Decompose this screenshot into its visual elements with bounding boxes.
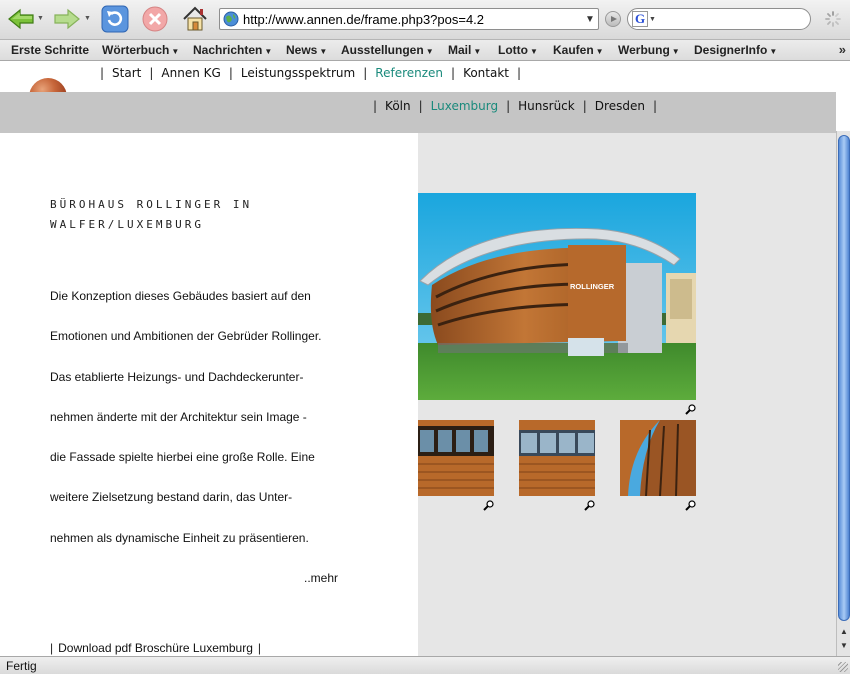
reload-icon bbox=[101, 5, 129, 33]
download-brochure-link[interactable]: Download pdf Broschüre Luxemburg bbox=[58, 641, 253, 655]
search-engine-dropdown[interactable]: ▼ bbox=[649, 16, 656, 23]
page-title: BÜROHAUS ROLLINGER IN WALFER/LUXEMBURG bbox=[50, 198, 253, 231]
url-bar[interactable]: http://www.annen.de/frame.php3?pos=4.2 ▼ bbox=[219, 8, 599, 30]
magnifier-icon[interactable] bbox=[584, 500, 595, 511]
download-row: | Download pdf Broschüre Luxemburg | bbox=[50, 641, 262, 655]
back-button[interactable] bbox=[6, 5, 36, 33]
forward-button[interactable] bbox=[52, 5, 82, 33]
bookmark-designerinfo[interactable]: DesignerInfo ▼ bbox=[694, 43, 777, 57]
bookmark-ausstellungen[interactable]: Ausstellungen ▼ bbox=[341, 43, 434, 57]
status-text: Fertig bbox=[6, 659, 37, 673]
page-content: | Start | Annen KG | Leistungsspektrum | Refere… bbox=[0, 62, 836, 656]
search-engine-icon[interactable]: G bbox=[632, 11, 648, 27]
chevron-down-icon: ▼ bbox=[529, 47, 538, 56]
subnav-dresden[interactable]: Dresden bbox=[595, 99, 645, 113]
magnifier-icon[interactable] bbox=[685, 500, 696, 511]
magnifier-icon[interactable] bbox=[483, 500, 494, 511]
status-bar: Fertig bbox=[0, 656, 850, 674]
bookmark-news[interactable]: News ▼ bbox=[286, 43, 327, 57]
chevron-down-icon: ▼ bbox=[319, 47, 328, 56]
building-sign: ROLLINGER bbox=[570, 282, 615, 291]
scrollbar-thumb[interactable] bbox=[838, 135, 850, 621]
go-icon[interactable] bbox=[605, 11, 621, 27]
chevron-down-icon: ▼ bbox=[595, 47, 604, 56]
chevron-down-icon: ▼ bbox=[425, 47, 434, 56]
bookmark-kaufen[interactable]: Kaufen ▼ bbox=[553, 43, 604, 57]
bookmark-erste-schritte[interactable]: Erste Schritte bbox=[11, 43, 89, 57]
bookmark-werbung[interactable]: Werbung ▼ bbox=[618, 43, 680, 57]
bookmarks-overflow-button[interactable]: » bbox=[839, 42, 846, 57]
bookmark-woerterbuch[interactable]: Wörterbuch ▼ bbox=[102, 43, 179, 57]
bookmark-mail[interactable]: Mail ▼ bbox=[448, 43, 481, 57]
chevron-down-icon: ▼ bbox=[473, 47, 482, 56]
vertical-scrollbar[interactable]: ▲ ▼ bbox=[836, 131, 850, 656]
nav-referenzen[interactable]: Referenzen bbox=[375, 66, 443, 80]
stop-icon bbox=[142, 6, 168, 32]
stop-button[interactable] bbox=[140, 5, 170, 33]
chevron-down-icon: ▼ bbox=[264, 47, 273, 56]
sub-navigation: | Köln | Luxemburg | Hunsrück | Dresden | bbox=[373, 99, 657, 113]
forward-arrow-icon bbox=[54, 8, 80, 30]
resize-grip[interactable] bbox=[838, 662, 848, 672]
url-history-dropdown[interactable]: ▼ bbox=[582, 14, 598, 25]
more-link[interactable]: ..mehr bbox=[304, 571, 338, 585]
top-navigation: | Start | Annen KG | Leistungsspektrum | Refere… bbox=[100, 66, 522, 80]
scroll-down-arrow[interactable]: ▼ bbox=[837, 639, 850, 653]
nav-start[interactable]: Start bbox=[112, 66, 141, 80]
bookmark-nachrichten[interactable]: Nachrichten ▼ bbox=[193, 43, 272, 57]
nav-kontakt[interactable]: Kontakt bbox=[463, 66, 509, 80]
sub-navigation-band: | Köln | Luxemburg | Hunsrück | Dresden | bbox=[0, 92, 836, 133]
chevron-down-icon: ▼ bbox=[769, 47, 778, 56]
scroll-up-arrow[interactable]: ▲ bbox=[837, 625, 850, 639]
magnifier-icon[interactable] bbox=[685, 404, 696, 415]
nav-leistungsspektrum[interactable]: Leistungsspektrum bbox=[241, 66, 355, 80]
back-arrow-icon bbox=[8, 8, 34, 30]
globe-icon bbox=[223, 11, 239, 27]
bookmark-lotto[interactable]: Lotto ▼ bbox=[498, 43, 538, 57]
description-text: Die Konzeption dieses Gebäudes basiert a… bbox=[50, 289, 322, 545]
back-history-dropdown[interactable]: ▼ bbox=[37, 15, 44, 22]
subnav-hunsrueck[interactable]: Hunsrück bbox=[518, 99, 575, 113]
nav-annen-kg[interactable]: Annen KG bbox=[161, 66, 220, 80]
reload-button[interactable] bbox=[100, 5, 130, 33]
thumbnail-1[interactable] bbox=[418, 420, 494, 496]
bookmarks-bar: Erste Schritte Wörterbuch ▼ Nachrichten ▼ … bbox=[0, 40, 850, 61]
home-button[interactable] bbox=[180, 5, 210, 33]
home-icon bbox=[183, 6, 207, 31]
browser-toolbar: ▼ ▼ http://www.annen.de/frame.php3?pos=4… bbox=[0, 0, 850, 40]
chevron-down-icon: ▼ bbox=[671, 47, 680, 56]
chevron-down-icon: ▼ bbox=[171, 47, 180, 56]
subnav-koeln[interactable]: Köln bbox=[385, 99, 411, 113]
url-text[interactable]: http://www.annen.de/frame.php3?pos=4.2 bbox=[243, 12, 582, 27]
search-bar[interactable]: G ▼ bbox=[627, 8, 811, 30]
thumbnail-2[interactable] bbox=[519, 420, 595, 496]
forward-history-dropdown[interactable]: ▼ bbox=[84, 15, 91, 22]
subnav-luxemburg[interactable]: Luxemburg bbox=[431, 99, 498, 113]
building-photo[interactable]: ROLLINGER bbox=[418, 193, 696, 400]
throbber-icon bbox=[825, 11, 841, 27]
thumbnail-3[interactable] bbox=[620, 420, 696, 496]
